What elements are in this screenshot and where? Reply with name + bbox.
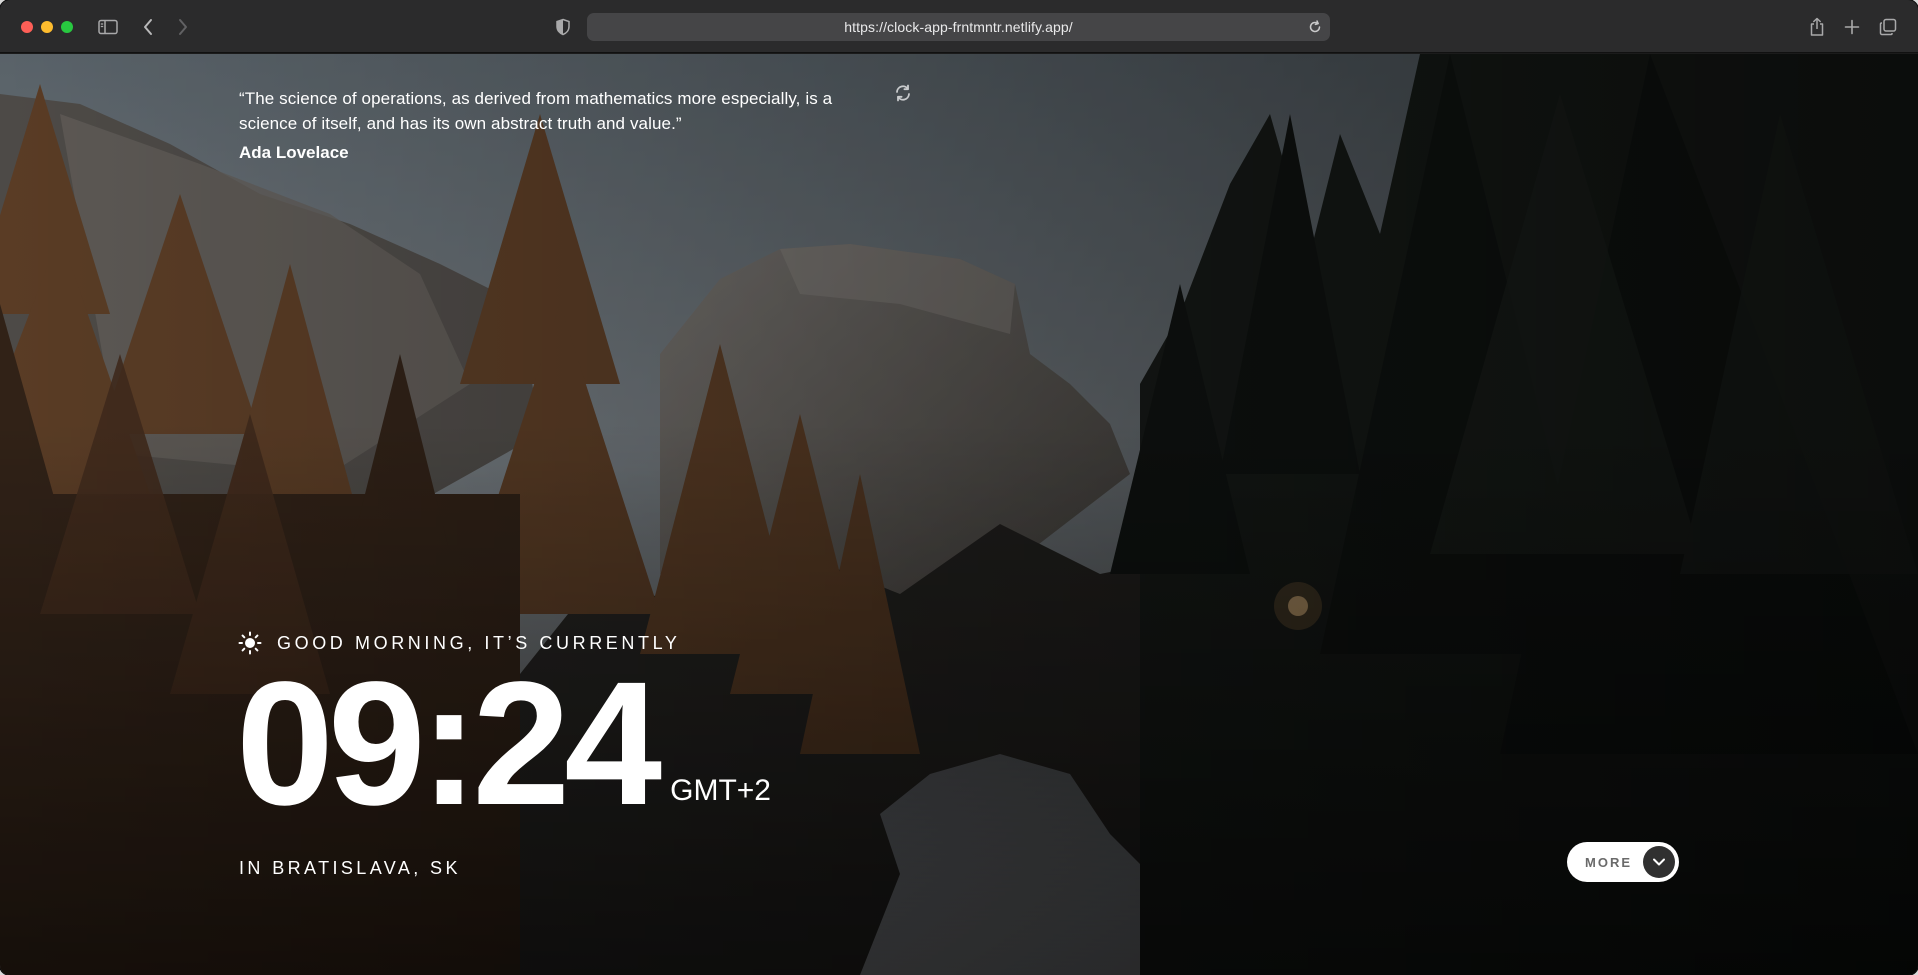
more-button-label: MORE: [1585, 854, 1632, 870]
shield-icon[interactable]: [550, 14, 576, 40]
chevron-down-icon[interactable]: [1643, 846, 1675, 878]
timezone-abbreviation: GMT+2: [670, 774, 771, 807]
url-text: https://clock-app-frntmntr.netlify.app/: [844, 19, 1073, 35]
reload-icon[interactable]: [1306, 18, 1324, 36]
refresh-icon[interactable]: [893, 83, 913, 103]
chevron-right-icon[interactable]: [170, 14, 196, 40]
share-icon[interactable]: [1804, 14, 1830, 40]
address-bar[interactable]: https://clock-app-frntmntr.netlify.app/: [587, 13, 1330, 41]
quote-block: “The science of operations, as derived f…: [239, 86, 859, 163]
minimize-window-button[interactable]: [41, 21, 53, 33]
current-time: 09:24: [236, 646, 662, 842]
plus-icon[interactable]: [1839, 14, 1865, 40]
maximize-window-button[interactable]: [61, 21, 73, 33]
quote-text: “The science of operations, as derived f…: [239, 89, 833, 133]
location-text: IN BRATISLAVA, SK: [239, 858, 461, 878]
sidebar-icon[interactable]: [95, 14, 121, 40]
page-content: “The science of operations, as derived f…: [0, 54, 1918, 975]
chevron-left-icon[interactable]: [135, 14, 161, 40]
more-button[interactable]: MORE: [1567, 842, 1679, 882]
clock: 09:24 GMT+2: [236, 656, 771, 832]
quote-author: Ada Lovelace: [239, 143, 349, 162]
close-window-button[interactable]: [21, 21, 33, 33]
browser-window: https://clock-app-frntmntr.netlify.app/: [0, 0, 1918, 975]
tabs-overview-icon[interactable]: [1875, 14, 1901, 40]
browser-toolbar: https://clock-app-frntmntr.netlify.app/: [0, 0, 1918, 53]
